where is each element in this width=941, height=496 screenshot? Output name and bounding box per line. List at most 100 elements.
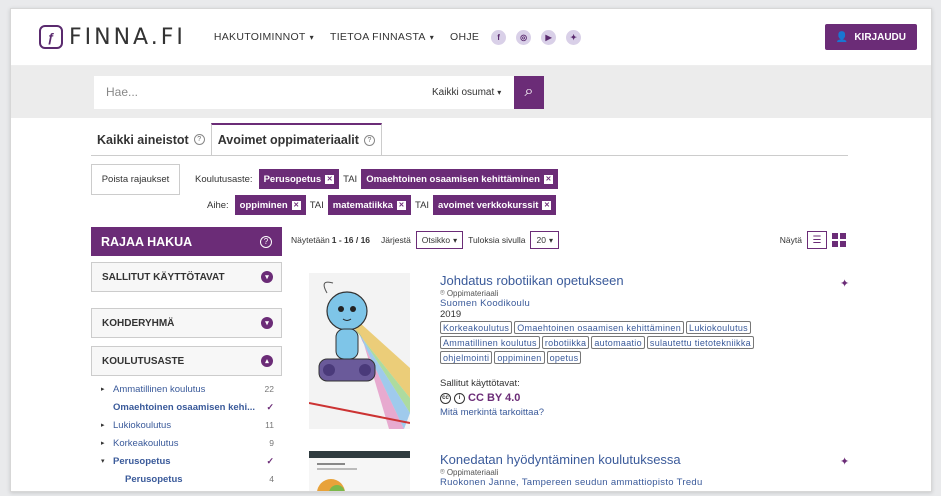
per-page-select[interactable]: 20 ▾ <box>530 231 559 249</box>
chevron-down-icon: ▾ <box>497 87 502 97</box>
tag[interactable]: automaatio <box>591 336 645 349</box>
help-icon[interactable]: ? <box>363 134 375 146</box>
result-title[interactable]: Johdatus robotiikan opetukseen <box>440 273 800 288</box>
result-type: ⌾ Oppimateriaali <box>440 467 703 477</box>
tag[interactable]: sulautettu tietotekniikka <box>646 336 754 349</box>
search-input[interactable]: Hae... <box>94 75 424 109</box>
close-icon[interactable]: ✕ <box>325 174 335 184</box>
facet-item[interactable]: ▸ Korkeakoulutus 9 <box>91 434 282 452</box>
close-icon[interactable]: ✕ <box>396 200 406 210</box>
sort-select[interactable]: Otsikko ▾ <box>415 231 464 249</box>
facet-item[interactable]: ▸ Ammatillinen koulutus 22 <box>91 380 282 398</box>
facet-kohderyhma[interactable]: KOHDERYHMÄ ▾ <box>91 308 282 338</box>
topic-filter-row: Aihe: oppiminen ✕ TAI matematiikka ✕ TAI a… <box>195 195 557 215</box>
tab-divider <box>91 155 848 156</box>
sort-label: Järjestä <box>381 235 411 245</box>
result-author[interactable]: Ruokonen Janne, Tampereen seudun ammatti… <box>440 477 703 488</box>
license-info-link[interactable]: Mitä merkintä tarkoittaa? <box>440 407 800 418</box>
search-scope-value: Kaikki osumat <box>432 86 495 98</box>
license[interactable]: cc i CC BY 4.0 <box>440 392 800 404</box>
facet-item-label: Korkeakoulutus <box>113 437 179 449</box>
browser-page: ƒ FINNA.FI HAKUTOIMINNOT ▾ TIETOA FINNAST… <box>10 8 932 492</box>
filter-chip-oppiminen[interactable]: oppiminen ✕ <box>234 195 306 215</box>
expand-icon[interactable]: ▸ <box>101 385 113 393</box>
instagram-icon[interactable]: ◎ <box>516 29 532 45</box>
login-button[interactable]: 👤 KIRJAUDU <box>824 24 917 50</box>
per-page-value: 20 <box>536 235 546 245</box>
chevron-down-icon: ▾ <box>261 317 273 329</box>
result-title[interactable]: Konedatan hyödyntäminen koulutuksessa <box>440 452 703 467</box>
facet-item-label: Perusopetus <box>125 473 183 485</box>
or-label: TAI <box>343 173 358 185</box>
filter-chip-perusopetus[interactable]: Perusopetus ✕ <box>258 169 340 189</box>
close-icon[interactable]: ✕ <box>543 174 553 184</box>
or-label: TAI <box>414 199 430 211</box>
result-type: ⌾ Oppimateriaali <box>440 288 800 298</box>
filter-chip-avoimet-verkkokurssit[interactable]: avoimet verkkokurssit ✕ <box>433 195 557 215</box>
expand-icon[interactable]: ▸ <box>101 421 113 429</box>
search-bar: Hae... Kaikki osumat ▾ ⌕ <box>11 66 931 118</box>
remove-filters-button[interactable]: Poista rajaukset <box>91 164 180 195</box>
main-nav: HAKUTOIMINNOT ▾ TIETOA FINNASTA ▾ OHJE f ◎… <box>214 29 582 45</box>
tag[interactable]: ohjelmointi <box>440 351 493 364</box>
tag[interactable]: oppiminen <box>494 351 545 364</box>
result-thumbnail[interactable] <box>309 273 410 429</box>
material-tabs: Kaikki aineistot ? Avoimet oppimateriaal… <box>91 123 382 156</box>
sidebar-header: RAJAA HAKUA ? <box>91 227 282 256</box>
result-author[interactable]: Suomen Koodikoulu <box>440 298 800 309</box>
help-icon[interactable]: ? <box>193 134 205 145</box>
facet-item-count: 11 <box>265 420 274 430</box>
pin-icon[interactable]: ✦ <box>840 455 849 468</box>
tab-avoimet-oppimateriaalit[interactable]: Avoimet oppimateriaalit ? <box>210 123 382 156</box>
search-button[interactable]: ⌕ <box>514 75 544 109</box>
tab-label: Avoimet oppimateriaalit <box>217 133 359 147</box>
facet-sallitut-kayttotavat[interactable]: SALLITUT KÄYTTÖTAVAT ▾ <box>91 262 282 292</box>
facet-item[interactable]: Omaehtoinen osaamisen kehi... ✓ <box>91 398 282 416</box>
help-icon[interactable]: ? <box>260 235 272 248</box>
close-icon[interactable]: ✕ <box>542 200 552 210</box>
nav-tietoa-finnasta[interactable]: TIETOA FINNASTA ▾ <box>330 31 434 43</box>
tab-kaikki-aineistot[interactable]: Kaikki aineistot ? <box>91 123 211 156</box>
tag[interactable]: Lukiokoulutus <box>686 321 751 334</box>
facet-subitem[interactable]: Perusopetus 4 <box>91 470 282 488</box>
close-icon[interactable]: ✕ <box>291 200 301 210</box>
facet-item-label: Ammatillinen koulutus <box>113 383 206 395</box>
tag[interactable]: Ammatillinen koulutus <box>440 336 540 349</box>
tag[interactable]: Korkeakoulutus <box>440 321 513 334</box>
facebook-icon[interactable]: f <box>491 29 507 45</box>
result-tags: Korkeakoulutus Omaehtoinen osaamisen keh… <box>440 321 800 364</box>
pin-icon[interactable]: ✦ <box>840 277 849 290</box>
list-view-icon[interactable]: ☰ <box>807 231 827 249</box>
grid-view-icon[interactable] <box>832 233 846 247</box>
tag[interactable]: Omaehtoinen osaamisen kehittäminen <box>514 321 685 334</box>
filter-chip-matematiikka[interactable]: matematiikka ✕ <box>327 195 411 215</box>
facet-item-count: 22 <box>264 384 274 394</box>
result-range: 1 - 16 / 16 <box>331 235 371 245</box>
tag[interactable]: opetus <box>546 351 582 364</box>
result-type-label: Oppimateriaali <box>446 288 499 298</box>
filter-chip-omaehtoinen[interactable]: Omaehtoinen osaamisen kehittäminen ✕ <box>361 169 558 189</box>
chip-label: Omaehtoinen osaamisen kehittäminen <box>366 173 540 185</box>
tag[interactable]: robotiikka <box>541 336 590 349</box>
search-scope-select[interactable]: Kaikki osumat ▾ <box>424 75 514 109</box>
facet-koulutusaste[interactable]: KOULUTUSASTE ▴ <box>91 346 282 376</box>
check-icon: ✓ <box>266 401 274 412</box>
youtube-icon[interactable]: ▶ <box>541 29 557 45</box>
facet-item[interactable]: ▸ Lukiokoulutus 11 <box>91 416 282 434</box>
attribution-icon: i <box>454 392 465 404</box>
view-label: Näytä <box>779 235 802 245</box>
facet-item[interactable]: ▾ Perusopetus ✓ <box>91 452 282 470</box>
nav-hakutoiminnot[interactable]: HAKUTOIMINNOT ▾ <box>214 31 314 43</box>
search-icon: ⌕ <box>524 83 534 100</box>
facet-item-label: Lukiokoulutus <box>113 419 172 431</box>
result-item: Johdatus robotiikan opetukseen ⌾ Oppimate… <box>440 273 800 418</box>
result-thumbnail[interactable] <box>309 451 410 491</box>
nav-ohje[interactable]: OHJE <box>450 31 479 43</box>
expand-icon[interactable]: ▾ <box>101 457 113 465</box>
finna-logo[interactable]: ƒ FINNA.FI <box>39 25 186 50</box>
chevron-down-icon: ▾ <box>261 271 273 283</box>
facet-item-list: ▸ Ammatillinen koulutus 22 Omaehtoinen o… <box>91 380 282 488</box>
chevron-down-icon: ▾ <box>453 235 458 245</box>
twitter-icon[interactable]: ✦ <box>566 29 582 45</box>
expand-icon[interactable]: ▸ <box>101 439 113 447</box>
